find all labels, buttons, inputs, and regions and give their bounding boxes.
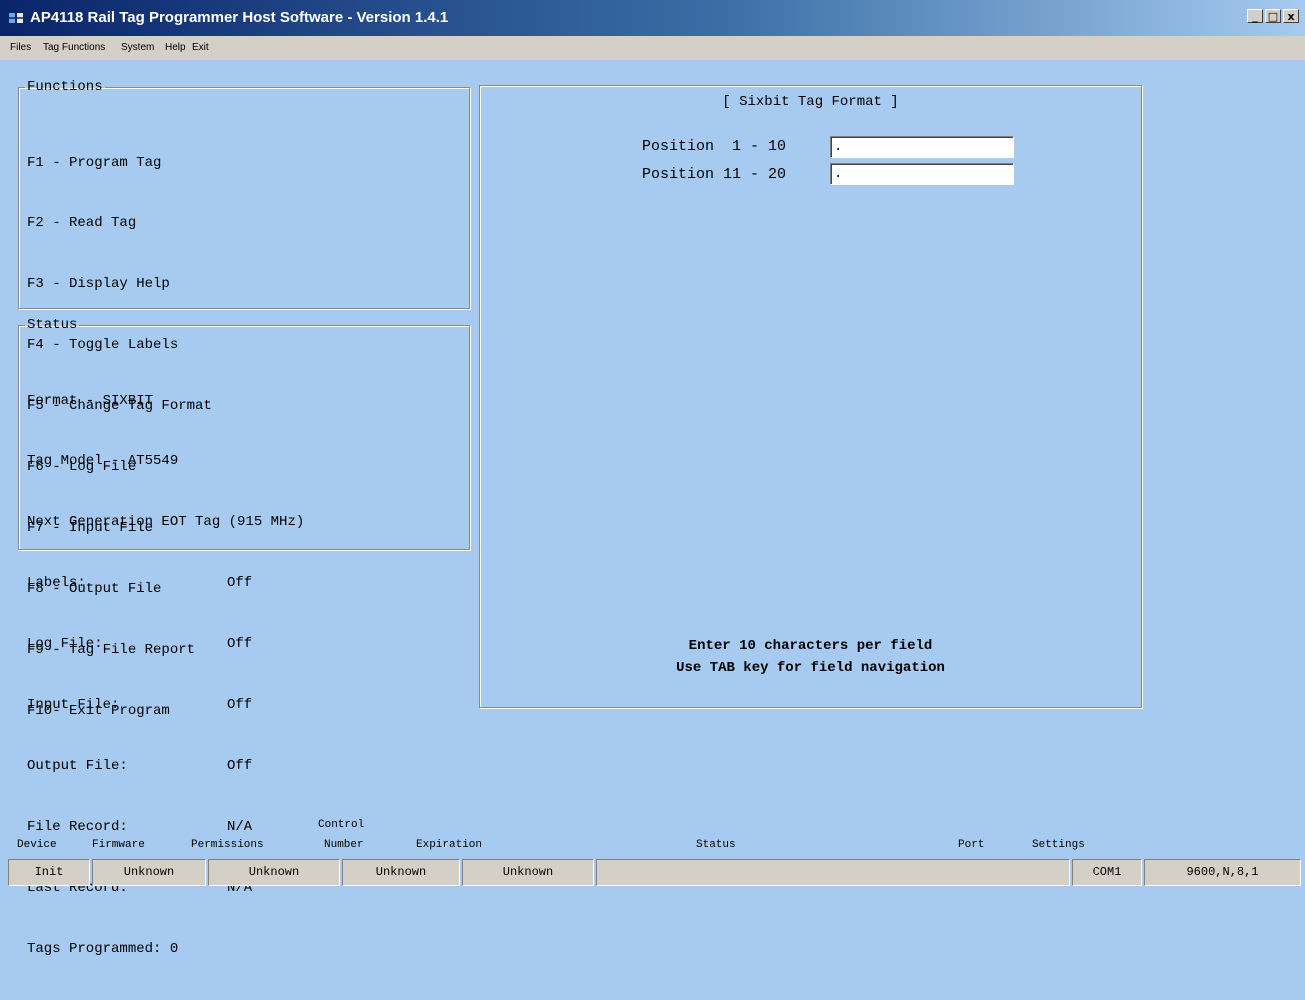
menu-files[interactable]: Files [10, 42, 31, 53]
menu-help[interactable]: Help [165, 42, 186, 53]
status-input-file-value: Off [227, 697, 253, 714]
status-input-file-label: Input File: [27, 697, 120, 714]
status-format: Format - SIXBIT [27, 392, 154, 409]
instruction-tab-navigation: Use TAB key for field navigation [676, 660, 945, 676]
function-f3: F3 - Display Help [27, 276, 170, 293]
header-port: Port [958, 839, 985, 851]
menu-bar: Files Tag Functions System Help Exit [0, 36, 1305, 60]
close-button[interactable]: x [1283, 9, 1299, 23]
status-labels-label: Labels: [27, 575, 86, 592]
function-f2: F2 - Read Tag [27, 215, 137, 232]
minimize-button[interactable]: _ [1247, 9, 1263, 23]
functions-group: Functions F1 - Program Tag F2 - Read Tag… [18, 79, 470, 719]
header-settings: Settings [1032, 839, 1085, 851]
header-firmware: Firmware [92, 839, 145, 851]
status-output-file-label: Output File: [27, 757, 128, 774]
position-11-20-input[interactable] [830, 163, 1014, 185]
window-title: AP4118 Rail Tag Programmer Host Software… [30, 9, 449, 26]
statusbar-expiration: Unknown [462, 859, 594, 886]
header-expiration: Expiration [416, 839, 483, 851]
tag-format-title: [ Sixbit Tag Format ] [722, 94, 899, 110]
statusbar-status [596, 859, 1070, 886]
status-log-file: Log File: Off [27, 634, 457, 654]
instruction-characters: Enter 10 characters per field [688, 638, 933, 654]
status-labels-value: Off [227, 575, 253, 592]
status-legend: Status [27, 317, 78, 333]
status-file-record-value: N/A [227, 818, 253, 835]
status-list: Format - SIXBIT Tag Model - AT5549 Next … [27, 350, 457, 1000]
header-number: Number [324, 839, 364, 851]
statusbar-control-number: Unknown [342, 859, 460, 886]
status-output-file: Output File: Off [27, 756, 457, 776]
status-log-file-label: Log File: [27, 636, 103, 653]
title-bar[interactable]: AP4118 Rail Tag Programmer Host Software… [0, 0, 1305, 36]
header-control: Control [318, 819, 365, 831]
header-status: Status [696, 839, 736, 851]
statusbar-device: Init [8, 859, 90, 886]
statusbar-settings: 9600,N,8,1 [1144, 859, 1301, 886]
menu-exit[interactable]: Exit [192, 42, 209, 53]
menu-system[interactable]: System [121, 42, 154, 53]
status-file-record-label: File Record: [27, 818, 128, 835]
app-icon [9, 13, 23, 23]
position-11-20-label: Position 11 - 20 [642, 166, 787, 183]
status-log-file-value: Off [227, 636, 253, 653]
status-tags-programmed: Tags Programmed: 0 [27, 940, 179, 957]
functions-legend: Functions [27, 79, 103, 95]
position-1-10-label: Position 1 - 10 [642, 138, 787, 155]
status-generation: Next Generation EOT Tag (915 MHz) [27, 514, 305, 531]
statusbar-permissions: Unknown [208, 859, 340, 886]
status-group: Status Format - SIXBIT Tag Model - AT554… [18, 317, 470, 957]
tag-format-panel: [ Sixbit Tag Format ] Position 1 - 10 Po… [479, 85, 1142, 708]
menu-tag-functions[interactable]: Tag Functions [43, 42, 105, 53]
statusbar-port: COM1 [1072, 859, 1142, 886]
header-device: Device [17, 839, 57, 851]
maximize-button[interactable]: □ [1265, 9, 1281, 23]
header-permissions: Permissions [191, 839, 264, 851]
status-tag-model: Tag Model - AT5549 [27, 453, 179, 470]
statusbar-firmware: Unknown [92, 859, 206, 886]
status-input-file: Input File: Off [27, 695, 457, 715]
position-1-10-input[interactable] [830, 136, 1014, 158]
status-file-record: File Record: N/A [27, 817, 457, 837]
function-f1: F1 - Program Tag [27, 154, 162, 171]
status-labels: Labels: Off [27, 573, 457, 593]
window-controls: _ □ x [1245, 9, 1299, 23]
status-output-file-value: Off [227, 757, 253, 774]
